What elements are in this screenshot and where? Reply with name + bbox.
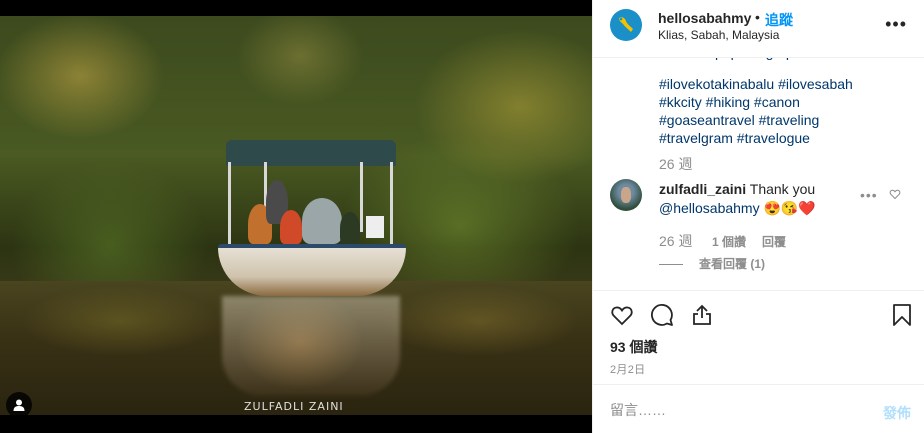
bookmark-icon [893,304,911,326]
view-replies-label: 查看回覆 (1) [699,257,766,271]
comment-button[interactable] [650,303,674,330]
comment-mention[interactable]: @hellosabahmy [659,200,760,216]
comments-list: #landscapephotographer #ilovekotakinabal… [593,40,924,290]
comment-timestamp[interactable]: 26 週 [659,233,692,249]
caption-line[interactable]: #ilovekotakinabalu #ilovesabah [659,75,853,93]
user-icon [13,399,25,411]
post-side-panel: #landscapephotographer #ilovekotakinabal… [592,0,924,433]
add-comment-section: 發佈 [593,384,924,433]
caption-line[interactable]: #kkcity #hiking #canon [659,93,800,111]
comment-like-button[interactable] [889,187,901,203]
photo-watermark: ZULFADLI ZAINI [244,400,344,413]
canopy-pole [360,162,363,232]
ellipsis-icon[interactable]: ••• [885,14,907,35]
post-photo[interactable]: ZULFADLI ZAINI [0,16,592,415]
author-avatar[interactable] [610,9,642,41]
comment-likes-count[interactable]: 1 個讚 [712,233,746,250]
comment-meta: 26 週 1 個讚 回覆 [659,231,786,251]
comment-username[interactable]: zulfadli_zaini [659,181,746,197]
boat [218,244,406,296]
save-button[interactable] [891,303,913,330]
passenger [280,210,302,244]
like-button[interactable] [610,303,634,330]
commenter-avatar[interactable] [610,179,642,211]
view-replies-button[interactable]: 查看回覆 (1) [659,255,765,272]
passenger [302,198,342,244]
comment-text: Thank you [749,181,816,197]
boat-canopy [226,140,396,166]
post-actions: 93 個讚 2月2日 [593,290,924,384]
post-comment-button[interactable]: 發佈 [883,403,911,423]
comment-input[interactable] [610,400,860,420]
comment-icon [651,304,673,326]
comment-emojis: 😍😘❤️ [763,200,816,216]
share-icon [693,304,711,325]
tagged-users-button[interactable] [6,392,32,415]
comment-options-icon[interactable]: ••• [860,187,878,203]
heart-icon [889,189,901,200]
sabah-logo-icon [619,17,633,32]
boat-sign [366,216,384,238]
boat-reflection [222,296,400,396]
post-location[interactable]: Klias, Sabah, Malaysia [658,28,779,42]
caption-timestamp[interactable]: 26 週 [659,154,692,174]
canopy-pole [390,162,393,246]
post-media: ZULFADLI ZAINI [0,0,592,433]
canopy-pole [228,162,231,246]
heart-icon [611,306,633,326]
post-date[interactable]: 2月2日 [610,361,645,377]
likes-count[interactable]: 93 個讚 [610,337,657,357]
caption-line[interactable]: #travelgram #travelogue [659,129,810,147]
post-header: hellosabahmy • 追蹤 Klias, Sabah, Malaysia… [593,0,924,58]
author-username[interactable]: hellosabahmy [658,10,751,26]
separator: • [755,9,760,25]
comment-body: zulfadli_zaini Thank you @hellosabahmy 😍… [659,180,859,218]
divider [659,264,683,266]
passenger [340,212,360,244]
comment-reply-button[interactable]: 回覆 [762,233,786,250]
caption-line[interactable]: #goaseantravel #traveling [659,111,819,129]
follow-button[interactable]: 追蹤 [765,10,793,30]
share-button[interactable] [690,303,714,330]
